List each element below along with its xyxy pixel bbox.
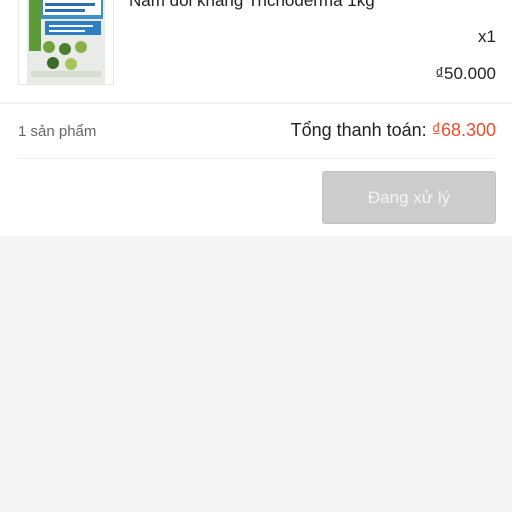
summary-divider: [17, 158, 495, 159]
product-image[interactable]: [18, 0, 114, 85]
total-value: ₫68.300: [431, 120, 496, 140]
total-label: Tổng thanh toán:: [290, 120, 427, 140]
item-quantity: x1: [478, 27, 496, 46]
processing-status-button[interactable]: Đang xử lý: [322, 171, 496, 224]
section-divider: [0, 102, 512, 104]
order-total: Tổng thanh toán: ₫68.300: [291, 120, 496, 141]
product-name[interactable]: Nấm đối kháng Trichoderma 1kg: [129, 0, 375, 11]
order-card: Nấm đối kháng Trichoderma 1kg x1 ₫50.000…: [0, 0, 512, 236]
item-price: ₫50.000: [435, 64, 496, 83]
product-count: 1 sản phẩm: [18, 123, 97, 140]
